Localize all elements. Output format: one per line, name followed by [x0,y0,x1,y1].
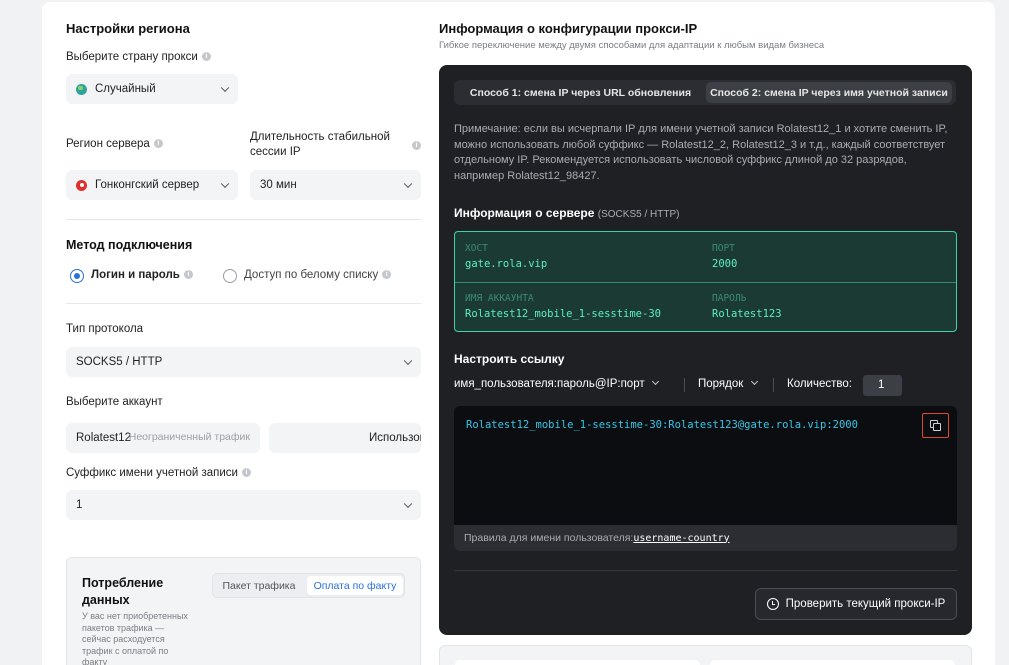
proxy-link-box: Rolatest12_mobile_1-sesstime-30:Rolatest… [454,406,957,551]
tab-method-1[interactable]: Способ 1: смена IP через URL обновления [458,82,703,103]
protocol-label: Тип протокола [66,323,144,335]
account-label: Выберите аккаунт [66,396,163,408]
copy-button[interactable] [922,413,949,438]
connection-method-title: Метод подключения [66,238,193,252]
method-login-label: Логин и пароль i [91,269,193,281]
bottom-panel-slot [710,660,955,665]
protocol-select[interactable]: SOCKS5 / HTTP [66,347,421,377]
info-icon: i [382,270,392,280]
divider [773,378,774,392]
configure-link-title: Настроить ссылку [454,352,565,366]
consumption-description: У вас нет приобретенных пакетов трафика … [82,611,188,665]
account-name-value[interactable]: Rolatest12_mobile_1-sesstime-30 [465,308,661,320]
info-icon: i [412,141,421,150]
region-settings-title: Настройки региона [66,21,190,36]
divider [684,378,685,392]
username-rules-bar: Правила для имени пользователя: username-… [454,525,957,551]
session-duration-label: Длительность стабильной сессии IP [250,131,390,158]
info-icon: i [241,468,251,478]
divider [66,219,421,220]
port-value[interactable]: 2000 [712,258,737,270]
account-name-label: ИМЯ АККАУНТА [465,293,534,304]
suffix-label: Суффикс имени учетной записи i [66,467,251,479]
radio-login-password[interactable] [70,269,84,283]
divider [66,303,421,304]
chevron-down-icon [403,499,413,509]
bottom-panel-slot [455,660,700,665]
account-traffic-text: Неограниченный трафик [128,431,250,443]
order-dropdown[interactable]: Порядок [698,377,758,390]
tab-method-2[interactable]: Способ 2: смена IP через имя учетной зап… [706,82,952,103]
account-usage-field: Использовано [269,423,421,453]
country-select[interactable]: Случайный [66,74,238,104]
radio-whitelist[interactable] [223,269,237,283]
note-text: Примечание: если вы исчерпали IP для име… [454,123,948,182]
server-info-title: Информация о сервере (SOCKS5 / HTTP) [454,206,680,220]
server-info-box: ХОСТ gate.rola.vip ПОРТ 2000 ИМЯ АККАУНТ… [454,231,957,332]
info-icon: i [183,270,193,280]
billing-tabs: Пакет трафика Оплата по факту [212,573,405,598]
suffix-select[interactable]: 1 [66,490,421,520]
method-whitelist-label: Доступ по белому списку i [244,269,392,281]
server-region-select[interactable]: Гонконгский сервер [66,170,238,200]
host-label: ХОСТ [465,243,488,254]
country-label: Выберите страну прокси i [66,51,211,63]
hong-kong-flag-icon [76,179,87,191]
session-duration-select[interactable]: 30 мин [250,170,421,200]
chevron-down-icon [750,377,758,386]
proxy-config-subtitle: Гибкое переключение между двумя способам… [439,40,825,51]
password-value[interactable]: Rolatest123 [712,308,782,320]
tab-traffic-package[interactable]: Пакет трафика [213,574,305,597]
chevron-down-icon [651,377,659,386]
chevron-down-icon [403,179,413,189]
chevron-down-icon [220,83,230,93]
globe-icon [76,83,87,95]
info-icon: i [201,52,211,62]
format-dropdown[interactable]: имя_пользователя:пароль@IP:порт [454,377,659,390]
method-switch: Способ 1: смена IP через URL обновления … [454,80,956,105]
check-proxy-button[interactable]: Проверить текущий прокси-IP [755,588,957,620]
proxy-link-text[interactable]: Rolatest12_mobile_1-sesstime-30:Rolatest… [466,419,858,431]
consumption-title: Потребление данных [82,576,164,607]
username-rules-link[interactable]: username-country [633,533,729,544]
tab-pay-as-you-go[interactable]: Оплата по факту [307,576,403,595]
proxy-config-title: Информация о конфигурации прокси-IP [439,21,698,36]
info-icon: i [153,139,163,149]
chevron-down-icon [403,356,413,366]
host-value[interactable]: gate.rola.vip [465,258,547,270]
quantity-input[interactable]: 1 [863,375,902,396]
account-select[interactable]: Rolatest12 Неограниченный трафик [66,423,260,453]
quantity-label: Количество: [787,378,852,390]
chevron-down-icon [220,179,230,189]
refresh-clock-icon [766,598,779,610]
port-label: ПОРТ [712,243,735,254]
divider [455,282,956,283]
divider [454,570,957,571]
password-label: ПАРОЛЬ [712,293,747,304]
server-region-label: Регион сервера i [66,138,163,150]
